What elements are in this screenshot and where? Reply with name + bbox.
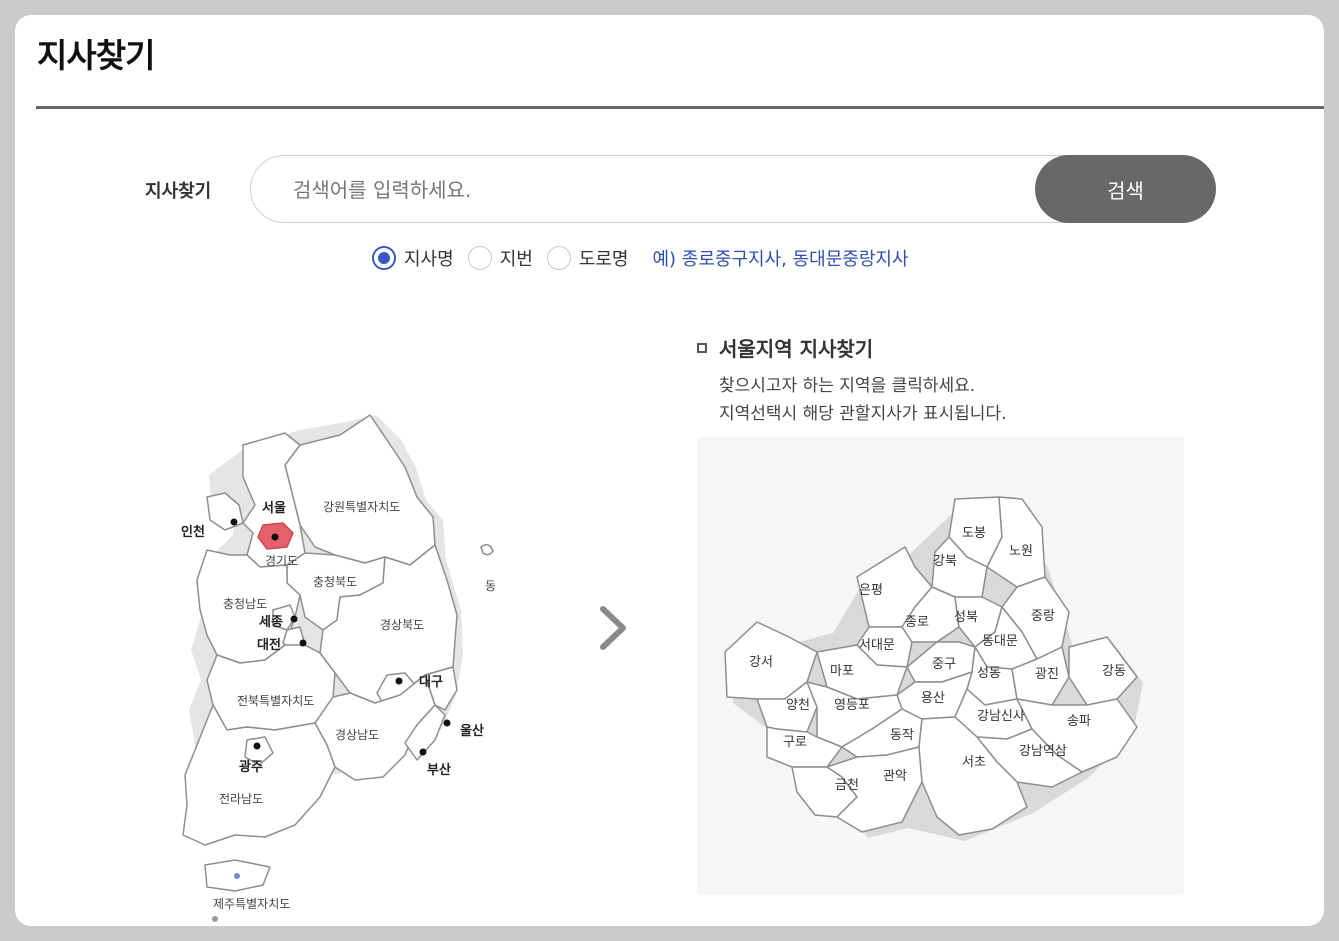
sejong-dot — [290, 615, 298, 623]
option-lot-number-label: 지번 — [499, 249, 533, 270]
label-busan[interactable]: 부산 — [427, 762, 451, 778]
title-divider — [36, 106, 1324, 109]
gwangju-dot — [253, 742, 261, 750]
label-seoul[interactable]: 서울 — [262, 500, 286, 516]
search-input[interactable] — [291, 168, 1025, 212]
label-gyeongnam[interactable]: 경상남도 — [335, 728, 379, 742]
page-title: 지사찾기 — [37, 36, 155, 75]
label-seongdong[interactable]: 성동 — [977, 666, 1001, 681]
label-dongjak[interactable]: 동작 — [890, 728, 914, 743]
label-daegu[interactable]: 대구 — [419, 675, 443, 690]
label-geumcheon[interactable]: 금천 — [835, 778, 859, 793]
option-road-name[interactable]: 도로명 — [546, 245, 629, 271]
seoul-title-row: 서울지역 지사찾기 — [697, 333, 1007, 362]
option-branch-name-label: 지사명 — [404, 249, 454, 270]
option-lot-number[interactable]: 지번 — [467, 245, 533, 271]
label-gangwon[interactable]: 강원특별자치도 — [323, 500, 400, 514]
label-gwangjin[interactable]: 광진 — [1035, 667, 1059, 682]
label-dongdaemun[interactable]: 동대문 — [982, 634, 1018, 649]
label-incheon[interactable]: 인천 — [181, 524, 205, 540]
label-nowon[interactable]: 노원 — [1009, 544, 1033, 559]
label-sejong[interactable]: 세종 — [259, 615, 283, 630]
seoul-dot — [271, 533, 279, 541]
seoul-description-line2: 지역선택시 해당 관할지사가 표시됩니다. — [719, 404, 1007, 424]
search-button[interactable]: 검색 — [1035, 155, 1216, 223]
label-yeongdeungpo[interactable]: 영등포 — [834, 698, 870, 713]
label-seodaemun[interactable]: 서대문 — [859, 638, 895, 653]
chevron-right-icon — [600, 606, 626, 650]
label-dobong[interactable]: 도봉 — [962, 526, 986, 541]
search-type-options: 지사명 지번 도로명 예) 종로중구지사, 동대문중랑지사 — [372, 243, 909, 273]
label-guro[interactable]: 구로 — [783, 735, 807, 750]
label-yongsan[interactable]: 용산 — [921, 691, 945, 706]
label-eunpyeong[interactable]: 은평 — [859, 583, 883, 598]
daegu-dot — [395, 677, 403, 685]
jeju-dot — [234, 873, 240, 879]
label-ulsan[interactable]: 울산 — [460, 723, 484, 739]
island-dot — [212, 916, 218, 922]
label-jungnang[interactable]: 중랑 — [1031, 609, 1055, 624]
incheon-dot — [230, 518, 238, 526]
korea-map: 서울 인천 경기도 강원특별자치도 충청북도 충청남도 세종 대전 경상북도 대… — [181, 414, 495, 922]
option-road-name-label: 도로명 — [578, 249, 629, 270]
label-gyeonggi[interactable]: 경기도 — [265, 554, 298, 568]
label-gwangju[interactable]: 광주 — [239, 760, 263, 775]
label-mapo[interactable]: 마포 — [830, 664, 854, 679]
daejeon-dot — [299, 639, 307, 647]
radio-branch-name[interactable] — [372, 246, 396, 270]
seoul-description: 찾으시고자 하는 지역을 클릭하세요. 지역선택시 해당 관할지사가 표시됩니다… — [719, 372, 1007, 428]
ulsan-dot — [443, 719, 451, 727]
label-yangcheon[interactable]: 양천 — [786, 698, 810, 713]
label-gyeongbuk[interactable]: 경상북도 — [380, 618, 424, 632]
branch-finder-panel: 지사찾기 지사찾기 검색 지사명 지번 도로명 예) 종로중구지사, 동대문중랑… — [15, 15, 1324, 926]
ulleungdo-island — [480, 544, 494, 556]
label-chungbuk[interactable]: 충청북도 — [313, 575, 357, 589]
label-jeonnam[interactable]: 전라남도 — [219, 792, 263, 806]
label-gangseo[interactable]: 강서 — [749, 655, 773, 670]
label-songpa[interactable]: 송파 — [1067, 714, 1091, 729]
seoul-section: 서울지역 지사찾기 찾으시고자 하는 지역을 클릭하세요. 지역선택시 해당 관… — [697, 333, 1007, 428]
label-junggu[interactable]: 중구 — [932, 657, 956, 672]
seoul-map: 도봉 노원 강북 은평 종로 성북 중랑 서대문 동대문 강서 마포 중구 성동… — [724, 496, 1143, 841]
label-jeonbuk[interactable]: 전북특별자치도 — [237, 694, 314, 708]
option-branch-name[interactable]: 지사명 — [372, 245, 454, 271]
label-seocho[interactable]: 서초 — [962, 755, 986, 770]
label-gangnam-yeoksam[interactable]: 강남역삼 — [1019, 744, 1067, 759]
busan-dot — [419, 748, 427, 756]
label-seongbuk[interactable]: 성북 — [954, 610, 978, 625]
label-gangdong[interactable]: 강동 — [1102, 664, 1126, 679]
label-jongno[interactable]: 종로 — [905, 615, 929, 630]
label-chungnam[interactable]: 충청남도 — [223, 597, 267, 611]
radio-lot-number[interactable] — [467, 246, 492, 270]
region-jeonbuk[interactable] — [206, 644, 336, 731]
search-label: 지사찾기 — [145, 181, 212, 202]
label-donghae: 동해 — [485, 579, 495, 593]
label-gangnam-sinsa[interactable]: 강남신사 — [977, 709, 1025, 724]
label-gangbuk[interactable]: 강북 — [933, 554, 957, 569]
seoul-map-container: 도봉 노원 강북 은평 종로 성북 중랑 서대문 동대문 강서 마포 중구 성동… — [697, 437, 1184, 895]
search-example-hint: 예) 종로중구지사, 동대문중랑지사 — [652, 249, 909, 270]
label-gwanak[interactable]: 관악 — [883, 769, 907, 784]
seoul-title: 서울지역 지사찾기 — [719, 337, 874, 361]
search-box: 검색 — [250, 155, 1216, 223]
label-jeju[interactable]: 제주특별자치도 — [213, 897, 290, 911]
label-daejeon[interactable]: 대전 — [257, 637, 281, 653]
radio-road-name[interactable] — [546, 246, 571, 270]
seoul-description-line1: 찾으시고자 하는 지역을 클릭하세요. — [719, 376, 976, 396]
square-bullet-icon — [697, 342, 707, 353]
